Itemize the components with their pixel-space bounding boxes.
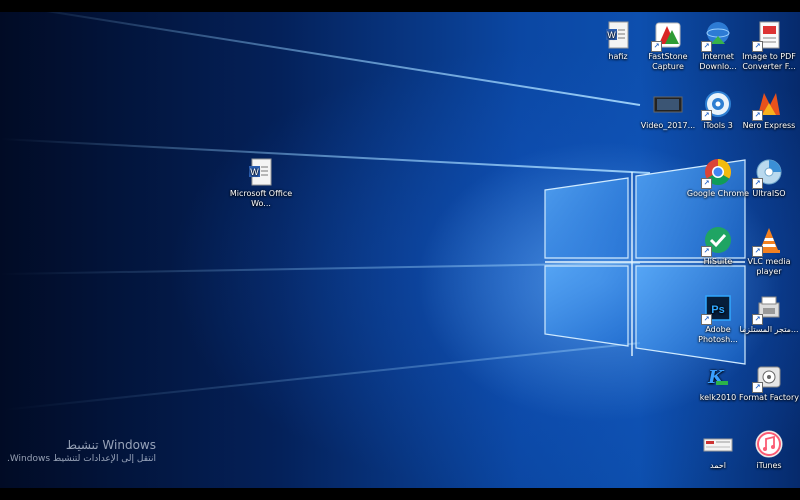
format-factory-icon: ↗ [752,361,784,393]
itools-icon: ↗ [701,89,733,121]
word-document-icon: W [603,20,633,50]
desktop-icon-itunes[interactable]: iTunes [734,427,800,488]
desktop-icon-format-factory[interactable]: ↗ Format Factory [734,359,800,421]
svg-text:W: W [607,30,616,40]
icon-label: Image to PDF Converter F... [742,52,796,71]
shortcut-arrow-icon: ↗ [701,314,712,325]
word-document-icon: W [246,157,276,187]
kelk-icon: K [703,361,733,391]
windows-logo-graphic [544,159,746,365]
icon-label: Format Factory [739,393,799,402]
shortcut-arrow-icon: ↗ [752,246,763,257]
svg-text:W: W [250,167,259,177]
file-icon [703,429,733,459]
photoshop-icon: Ps ↗ [701,293,733,325]
shortcut-arrow-icon: ↗ [752,110,763,121]
hisuite-icon: ↗ [701,225,733,257]
shortcut-arrow-icon: ↗ [701,246,712,257]
activation-title: تنشيط Windows [65,438,156,452]
image-to-pdf-icon: ↗ [752,20,784,52]
icon-label: VLC media player [747,257,791,276]
icon-label: Microsoft Office Wo... [229,189,293,208]
desktop-icon-nero-express[interactable]: ↗ Nero Express [734,87,800,149]
itunes-icon [754,429,784,459]
icon-label: Nero Express [742,121,796,130]
chrome-icon: ↗ [701,157,733,189]
shortcut-arrow-icon: ↗ [701,178,712,189]
svg-text:Ps: Ps [711,304,724,316]
faststone-capture-icon: ↗ [651,20,683,52]
desktop-icon-image-to-pdf[interactable]: ↗ Image to PDF Converter F... [734,18,800,80]
shortcut-arrow-icon: ↗ [752,314,763,325]
shortcut-arrow-icon: ↗ [752,382,763,393]
activation-subtitle: انتقل إلى الإعدادات لتنشيط Windows. [6,454,156,464]
icon-label: UltraISO [752,189,786,198]
desktop-icon-vlc[interactable]: ↗ VLC media player [734,223,800,285]
nero-express-icon: ↗ [752,89,784,121]
vlc-icon: ↗ [752,225,784,257]
desktop-icon-store[interactable]: ↗ متجر المستلزما... [734,291,800,353]
internet-download-manager-icon: ↗ [701,20,733,52]
activate-windows-watermark: تنشيط Windows انتقل إلى الإعدادات لتنشيط… [6,437,156,466]
desktop-icon-microsoft-office-word[interactable]: W Microsoft Office Wo... [226,155,296,217]
shortcut-arrow-icon: ↗ [701,41,712,52]
shortcut-arrow-icon: ↗ [752,178,763,189]
shortcut-arrow-icon: ↗ [752,41,763,52]
desktop-icon-ultraiso[interactable]: ↗ UltraISO [734,155,800,217]
desktop-wallpaper: W hafiz ↗ FastStone Capture ↗ Internet D… [0,12,800,488]
shortcut-arrow-icon: ↗ [701,110,712,121]
ultraiso-icon: ↗ [752,157,784,189]
icon-label: iTunes [756,461,782,470]
video-file-icon [653,89,683,119]
icon-label: متجر المستلزما... [739,325,799,334]
shortcut-arrow-icon: ↗ [651,41,662,52]
store-icon: ↗ [752,293,784,325]
